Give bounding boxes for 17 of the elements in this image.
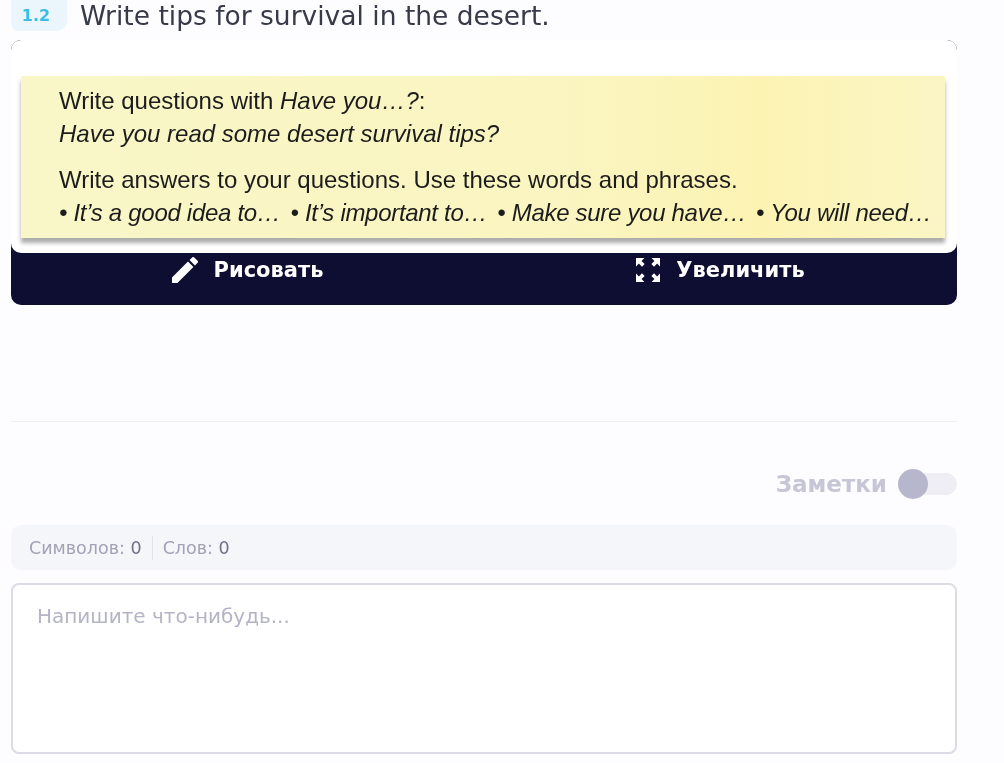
instruction-text: Write questions with Have you…?:	[59, 86, 427, 116]
instruction-text: Write answers to your questions. Use these words and phrases.	[59, 165, 739, 195]
counter-text: Слов: 0	[162, 537, 230, 558]
pencil-icon	[171, 257, 198, 283]
phrase-text: • It’s a good idea to…	[59, 198, 281, 228]
phrase-text: • It’s important to…	[290, 198, 488, 228]
draw-button[interactable]: Рисовать	[171, 254, 324, 286]
counter-text: Символов: 0	[29, 537, 142, 558]
exercise-title: Write tips for survival in the desert.	[80, 0, 550, 31]
exercise-number: 1.2	[11, 0, 67, 31]
phrase-text: • You will need…	[756, 198, 932, 228]
example-sentence: Have you read some desert survival tips?	[59, 119, 501, 149]
expand-icon	[636, 258, 661, 282]
answer-field[interactable]: Напишите что-нибудь...	[11, 583, 957, 754]
zoom-button[interactable]: Увеличить	[636, 254, 805, 286]
notes-toggle[interactable]	[898, 469, 957, 499]
phrase-text: • Make sure you have…	[497, 198, 747, 228]
